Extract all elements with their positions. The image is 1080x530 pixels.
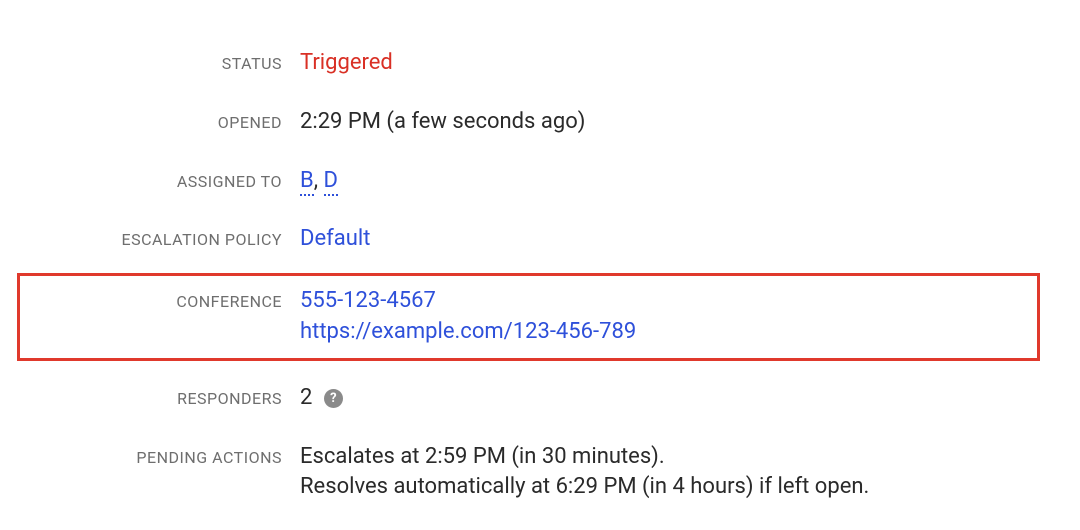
opened-label: Opened (20, 93, 300, 152)
opened-value: 2:29 PM (a few seconds ago) (300, 93, 1060, 152)
status-value: Triggered (300, 20, 1060, 93)
escalation-policy-link[interactable]: Default (300, 226, 370, 251)
assigned-to-value: B, D (300, 152, 1060, 211)
separator: , (314, 168, 324, 193)
responders-count: 2 (300, 383, 312, 414)
pending-actions-value: Escalates at 2:59 PM (in 30 minutes). Re… (300, 428, 1060, 518)
status-label: Status (20, 20, 300, 93)
escalation-policy-label: Escalation Policy (20, 210, 300, 269)
responders-label: Responders (20, 369, 300, 428)
assignee-link[interactable]: D (324, 168, 338, 196)
conference-url-link[interactable]: https://example.com/123-456-789 (300, 317, 1027, 348)
pending-actions-label: Pending Actions (20, 428, 300, 518)
incident-details: Status Triggered Opened 2:29 PM (a few s… (20, 20, 1060, 517)
pending-action-line: Resolves automatically at 6:29 PM (in 4 … (300, 472, 1060, 503)
pending-action-line: Escalates at 2:59 PM (in 30 minutes). (300, 442, 1060, 473)
conference-phone-link[interactable]: 555-123-4567 (300, 286, 1027, 317)
conference-label: Conference (20, 276, 300, 358)
conference-value: 555-123-4567 https://example.com/123-456… (300, 276, 1037, 358)
help-icon[interactable]: ? (324, 389, 343, 408)
escalation-policy-value: Default (300, 210, 1060, 269)
assignee-link[interactable]: B (300, 168, 314, 196)
conference-highlight-box: Conference 555-123-4567 https://example.… (17, 273, 1040, 361)
responders-value: 2 ? (300, 369, 1060, 428)
assigned-to-label: Assigned To (20, 152, 300, 211)
